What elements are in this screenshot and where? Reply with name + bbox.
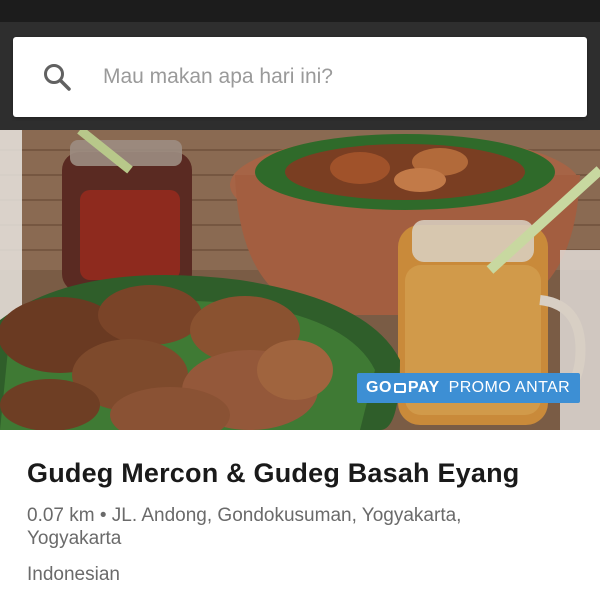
status-bar — [0, 0, 600, 22]
wallet-icon — [393, 383, 406, 393]
promo-badge: GO PAY PROMO ANTAR — [357, 373, 581, 403]
gopay-logo-go: GO — [366, 379, 392, 396]
address-line-1: 0.07 km • JL. Andong, Gondokusuman, Yogy… — [27, 505, 462, 526]
app-header: Mau makan apa hari ini? — [0, 22, 600, 130]
address-line-2: Yogyakarta — [27, 528, 122, 549]
restaurant-name[interactable]: Gudeg Mercon & Gudeg Basah Eyang — [27, 458, 519, 489]
gopay-logo: GO PAY — [366, 379, 440, 397]
promo-label: PROMO ANTAR — [448, 379, 571, 396]
restaurant-cuisine: Indonesian — [27, 564, 120, 585]
restaurant-address: 0.07 km • JL. Andong, Gondokusuman, Yogy… — [27, 504, 587, 550]
search-bar[interactable]: Mau makan apa hari ini? — [13, 37, 587, 117]
gopay-logo-pay: PAY — [407, 379, 440, 396]
search-input[interactable]: Mau makan apa hari ini? — [103, 65, 333, 89]
restaurant-photo[interactable]: GO PAY PROMO ANTAR — [0, 130, 600, 430]
search-icon[interactable] — [41, 61, 73, 93]
restaurant-card[interactable]: Gudeg Mercon & Gudeg Basah Eyang 0.07 km… — [0, 430, 600, 600]
